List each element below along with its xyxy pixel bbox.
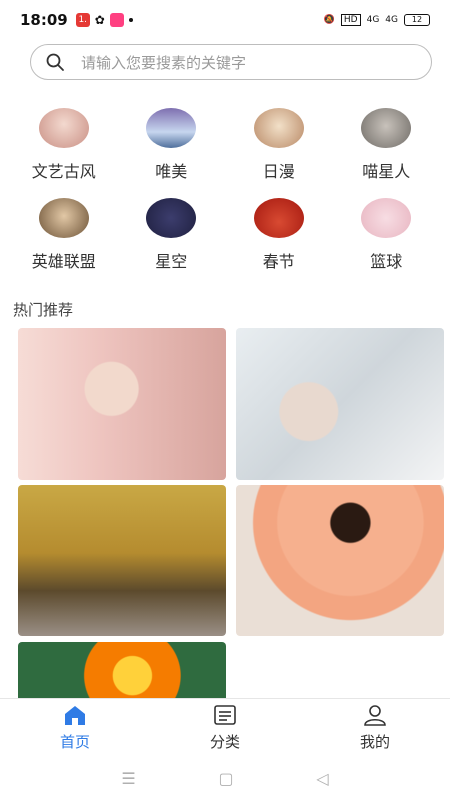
category-label: 春节: [262, 252, 295, 271]
tab-home[interactable]: 首页: [0, 699, 150, 756]
category-item-riman[interactable]: 日漫: [225, 108, 333, 182]
category-item-lol[interactable]: 英雄联盟: [10, 198, 118, 272]
search-input[interactable]: 请输入您要搜素的关键字: [30, 44, 432, 80]
category-thumbnail: [38, 108, 89, 148]
category-thumbnail: [361, 108, 412, 148]
category-thumbnail: [38, 198, 89, 238]
category-item-lanqiu[interactable]: 篮球: [333, 198, 441, 272]
home-button-icon[interactable]: ▢: [218, 769, 233, 788]
section-title-hot: 热门推荐: [13, 301, 74, 319]
category-label: 唯美: [155, 162, 188, 181]
status-time: 18:09: [20, 11, 68, 29]
category-item-wenyi[interactable]: 文艺古风: [10, 108, 118, 182]
category-label: 篮球: [370, 252, 403, 271]
bottom-tab-bar: 首页 分类 我的: [0, 698, 450, 756]
signal-icon-2: 4G: [385, 15, 398, 25]
search-icon: [46, 53, 64, 71]
status-bar: 18:09 1. ✿ 🔕 HD 4G 4G 12: [0, 0, 450, 40]
category-label: 喵星人: [362, 162, 411, 181]
photo-card[interactable]: [18, 485, 226, 636]
category-thumbnail: [253, 198, 304, 238]
category-item-weimei[interactable]: 唯美: [118, 108, 226, 182]
category-label: 星空: [155, 252, 188, 271]
tab-label: 首页: [59, 733, 90, 751]
signal-icon: 4G: [366, 15, 380, 25]
video-app-icon: [109, 13, 124, 27]
back-icon[interactable]: ◁: [316, 769, 328, 788]
tab-label: 分类: [209, 733, 240, 751]
category-grid: 文艺古风 唯美 日漫 喵星人 英雄联盟 星空 春节 篮球: [10, 108, 440, 272]
category-label: 文艺古风: [31, 162, 96, 181]
battery-icon: 12: [404, 14, 430, 26]
photo-card[interactable]: [18, 642, 226, 698]
notification-badge-icon: 1.: [75, 13, 90, 27]
menu-icon[interactable]: ☰: [121, 769, 135, 788]
category-thumbnail: [146, 198, 197, 238]
user-icon: [364, 705, 386, 726]
photo-card[interactable]: [236, 485, 444, 636]
category-item-xingkong[interactable]: 星空: [118, 198, 226, 272]
category-label: 日漫: [262, 162, 295, 181]
app-notification-icon: ✿: [94, 13, 105, 27]
photo-card[interactable]: [236, 328, 444, 480]
hd-icon: HD: [340, 14, 361, 26]
mute-icon: 🔕: [323, 15, 335, 25]
more-notifications-dot: [128, 18, 133, 22]
tab-label: 我的: [359, 733, 390, 751]
list-icon: [214, 705, 236, 725]
home-icon: [65, 706, 85, 725]
photo-card[interactable]: [18, 328, 226, 480]
tab-mine[interactable]: 我的: [300, 699, 450, 756]
tab-category[interactable]: 分类: [150, 699, 300, 756]
search-placeholder: 请输入您要搜素的关键字: [81, 53, 247, 72]
category-thumbnail: [361, 198, 412, 238]
category-item-chunjie[interactable]: 春节: [225, 198, 333, 272]
category-item-miaoxingren[interactable]: 喵星人: [333, 108, 441, 182]
category-thumbnail: [253, 108, 304, 148]
category-label: 英雄联盟: [31, 252, 96, 271]
system-nav-bar: ☰ ▢ ◁: [0, 756, 450, 800]
category-thumbnail: [146, 108, 197, 148]
